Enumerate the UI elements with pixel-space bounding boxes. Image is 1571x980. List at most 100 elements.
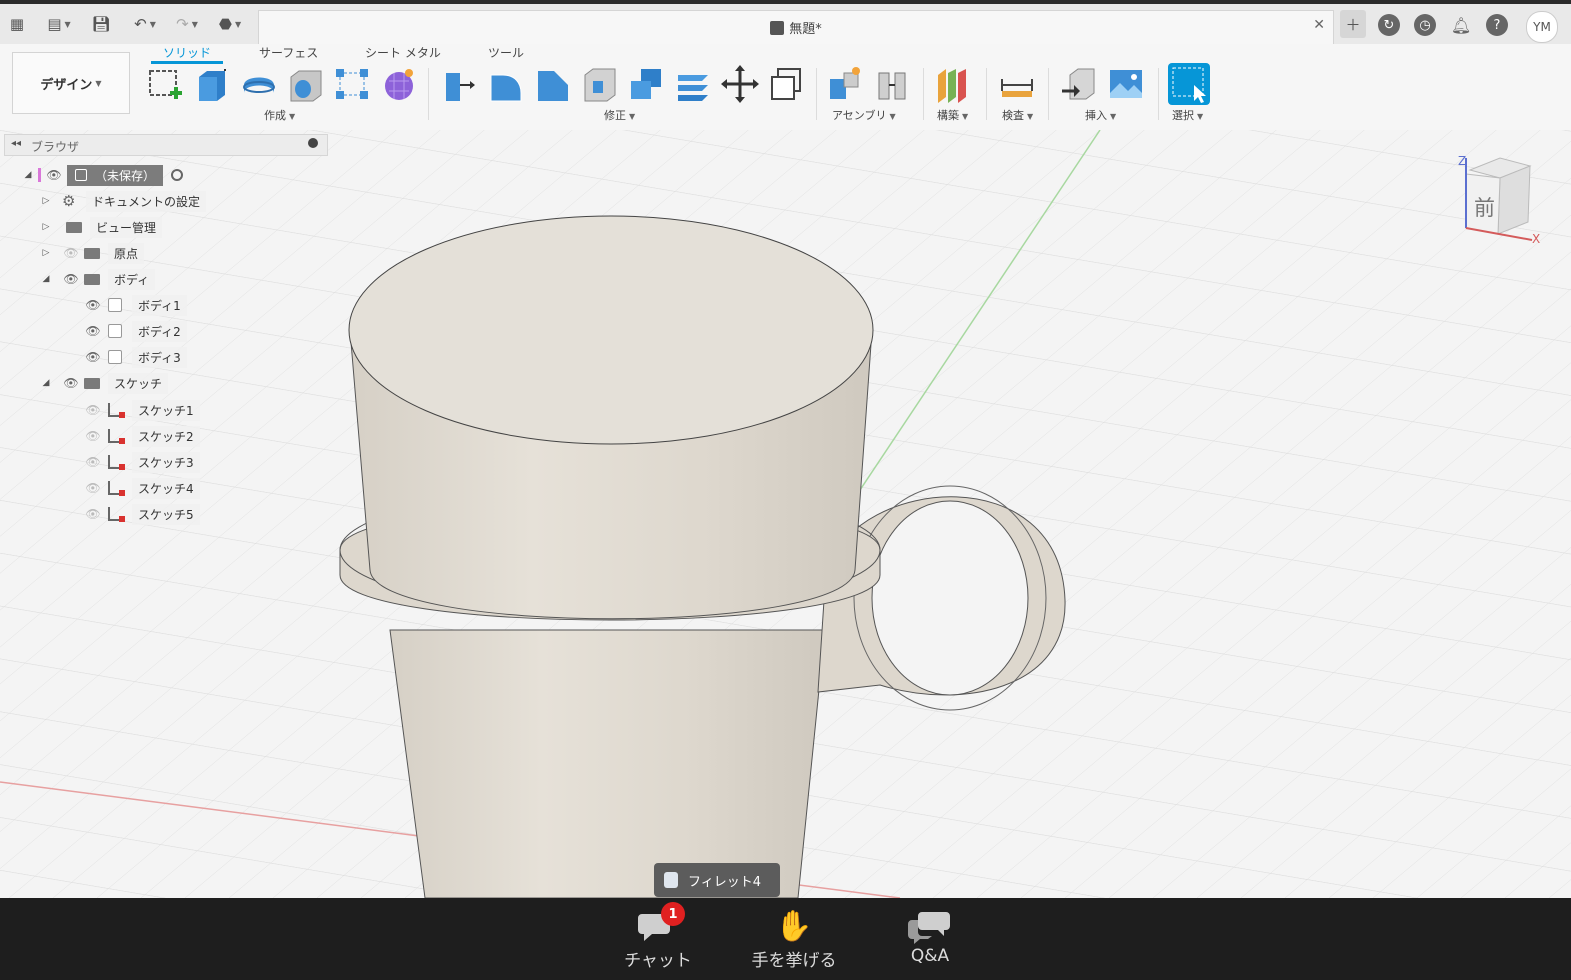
- sketch-icon: [108, 429, 125, 444]
- visibility-eye-icon[interactable]: 👁︎: [84, 507, 102, 521]
- viewport-canvas[interactable]: [0, 130, 1571, 898]
- align-icon[interactable]: [768, 65, 806, 103]
- tab-sheet-metal[interactable]: シート メタル: [365, 44, 441, 61]
- combine-icon[interactable]: [627, 65, 665, 103]
- chevron-down-icon: ▼: [1197, 112, 1204, 121]
- body-icon: [108, 350, 122, 364]
- revolve-icon[interactable]: [240, 65, 278, 103]
- redo-button[interactable]: ↷ ▼: [170, 10, 204, 38]
- browser-root-node[interactable]: ◢ 👁︎ （未保存）: [22, 164, 184, 186]
- help-icon[interactable]: ?: [1486, 14, 1508, 36]
- browser-node-named-views[interactable]: ▷ ビュー管理: [40, 216, 163, 238]
- sketch-icon: [108, 507, 125, 522]
- browser-node-sketch2[interactable]: 👁︎ スケッチ2: [84, 425, 200, 447]
- document-tab[interactable]: 無題* ✕: [258, 10, 1334, 44]
- chevron-down-icon: ▼: [191, 19, 198, 29]
- move-icon[interactable]: [721, 65, 759, 103]
- visibility-eye-icon[interactable]: 👁︎: [84, 429, 102, 443]
- visibility-eye-icon[interactable]: 👁︎: [45, 168, 63, 182]
- viewcube-front-face[interactable]: 前: [1474, 192, 1495, 222]
- select-icon[interactable]: [1168, 63, 1210, 105]
- insert-canvas-icon[interactable]: [1107, 65, 1145, 103]
- browser-node-sketch1[interactable]: 👁︎ スケッチ1: [84, 399, 200, 421]
- extensions-icon[interactable]: ↻: [1378, 14, 1400, 36]
- job-status-icon: ⬣: [218, 15, 232, 33]
- named-views-label: ビュー管理: [90, 216, 163, 238]
- group-divider: [986, 68, 987, 120]
- create-group-menu[interactable]: 作成 ▼: [264, 107, 295, 123]
- press-pull-icon[interactable]: [440, 65, 478, 103]
- expand-triangle-icon[interactable]: ◢: [22, 170, 34, 180]
- raise-hand-button[interactable]: ✋ 手を挙げる: [746, 906, 842, 972]
- browser-node-body3[interactable]: 👁︎ ボディ3: [84, 346, 187, 368]
- browser-node-bodies[interactable]: ◢ 👁︎ ボディ: [40, 268, 156, 290]
- close-tab-icon[interactable]: ✕: [1313, 17, 1325, 33]
- save-icon[interactable]: 💾︎: [90, 10, 112, 38]
- chamfer-icon[interactable]: [534, 65, 572, 103]
- browser-node-sketch4[interactable]: 👁︎ スケッチ4: [84, 477, 200, 499]
- assembly-group-menu[interactable]: アセンブリ ▼: [832, 107, 896, 123]
- undo-button[interactable]: ↶ ▼: [128, 10, 162, 38]
- expand-triangle-icon[interactable]: ▷: [40, 196, 52, 206]
- browser-node-sketch3[interactable]: 👁︎ スケッチ3: [84, 451, 200, 473]
- extrude-icon[interactable]: [193, 65, 231, 103]
- qa-button[interactable]: Q&A: [898, 906, 962, 966]
- inspect-group-menu[interactable]: 検査 ▼: [1002, 107, 1033, 123]
- inspect-group-label: 検査: [1002, 109, 1024, 122]
- expand-triangle-icon[interactable]: ◢: [40, 378, 52, 388]
- visibility-eye-icon[interactable]: 👁︎: [84, 455, 102, 469]
- activate-radio-icon[interactable]: [171, 169, 184, 181]
- expand-triangle-icon[interactable]: ▷: [40, 248, 52, 258]
- expand-triangle-icon[interactable]: ◢: [40, 274, 52, 284]
- collapse-panel-icon[interactable]: ◂◂: [11, 138, 21, 149]
- browser-node-body2[interactable]: 👁︎ ボディ2: [84, 320, 187, 342]
- expand-triangle-icon[interactable]: ▷: [40, 222, 52, 232]
- tab-surface[interactable]: サーフェス: [259, 44, 318, 61]
- fillet-icon[interactable]: [487, 65, 525, 103]
- sketch3-label: スケッチ3: [132, 451, 200, 473]
- pattern-icon[interactable]: [333, 65, 371, 103]
- visibility-eye-icon[interactable]: 👁︎: [84, 403, 102, 417]
- hole-icon[interactable]: [287, 65, 325, 103]
- shell-icon[interactable]: [581, 65, 619, 103]
- insert-group-menu[interactable]: 挿入 ▼: [1085, 107, 1116, 123]
- visibility-eye-icon[interactable]: 👁︎: [62, 272, 80, 286]
- browser-node-origin[interactable]: ▷ 👁︎ 原点: [40, 242, 145, 264]
- offset-face-icon[interactable]: [674, 65, 712, 103]
- offset-plane-icon[interactable]: [934, 65, 972, 103]
- browser-node-sketch5[interactable]: 👁︎ スケッチ5: [84, 503, 200, 525]
- visibility-eye-icon[interactable]: 👁︎: [84, 324, 102, 338]
- modify-group-menu[interactable]: 修正 ▼: [604, 107, 635, 123]
- measure-icon[interactable]: [998, 65, 1036, 103]
- app-grid-icon[interactable]: ▦: [6, 10, 28, 38]
- create-form-icon[interactable]: [380, 65, 418, 103]
- insert-derive-icon[interactable]: [1060, 65, 1098, 103]
- new-tab-icon[interactable]: ＋: [1340, 10, 1366, 38]
- workspace-switcher[interactable]: デザイン ▼: [12, 52, 130, 114]
- browser-node-body1[interactable]: 👁︎ ボディ1: [84, 294, 187, 316]
- avatar[interactable]: YM: [1526, 11, 1558, 43]
- job-history-icon[interactable]: ◷: [1414, 14, 1436, 36]
- visibility-eye-icon[interactable]: 👁︎: [84, 481, 102, 495]
- group-divider: [816, 68, 817, 120]
- visibility-eye-icon[interactable]: 👁︎: [62, 246, 80, 260]
- tab-tools[interactable]: ツール: [488, 44, 524, 61]
- notifications-icon[interactable]: 🔔︎: [1450, 14, 1472, 36]
- file-menu-button[interactable]: ▤ ▼: [42, 10, 76, 38]
- browser-node-sketches[interactable]: ◢ 👁︎ スケッチ: [40, 372, 169, 394]
- visibility-eye-icon[interactable]: 👁︎: [62, 376, 80, 390]
- browser-node-doc-settings[interactable]: ▷ ⚙ ドキュメントの設定: [40, 190, 207, 212]
- sketch-icon: [108, 455, 125, 470]
- select-group-menu[interactable]: 選択 ▼: [1172, 107, 1203, 123]
- canvas-viewport[interactable]: [0, 130, 1571, 898]
- minimize-panel-icon[interactable]: [308, 138, 318, 148]
- visibility-eye-icon[interactable]: 👁︎: [84, 298, 102, 312]
- joint-icon[interactable]: [873, 65, 911, 103]
- new-component-icon[interactable]: [826, 65, 864, 103]
- create-sketch-icon[interactable]: [146, 65, 184, 103]
- tab-solid[interactable]: ソリッド: [163, 44, 211, 61]
- job-status-button[interactable]: ⬣ ▼: [212, 10, 248, 38]
- chat-button[interactable]: チャット: [616, 906, 700, 971]
- visibility-eye-icon[interactable]: 👁︎: [84, 350, 102, 364]
- construct-group-menu[interactable]: 構築 ▼: [937, 107, 968, 123]
